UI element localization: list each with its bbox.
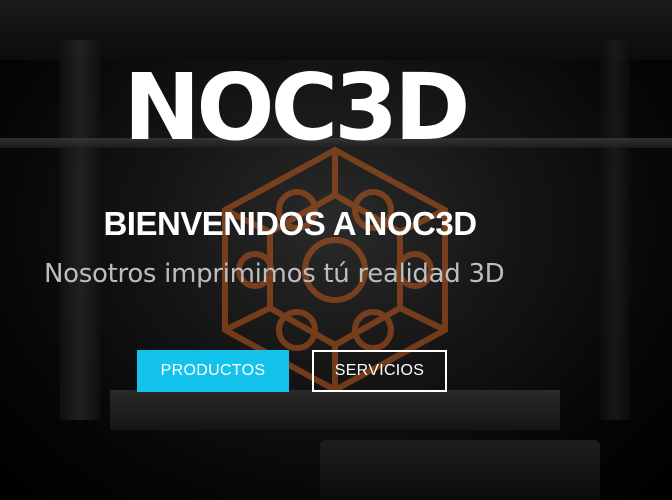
printer-base (320, 440, 600, 500)
productos-button[interactable]: PRODUCTOS (137, 350, 289, 392)
servicios-button[interactable]: SERVICIOS (312, 350, 447, 392)
hero-section: NOC3D BIENVENIDOS A NOC3D Nosotros impri… (0, 0, 672, 500)
hero-tagline: Nosotros imprimimos tú realidad 3D (44, 259, 505, 289)
printer-frame-top (0, 0, 672, 60)
hero-headline: BIENVENIDOS A NOC3D (103, 205, 477, 242)
printer-bed (110, 390, 560, 430)
site-logo: NOC3D (123, 54, 470, 161)
printer-post-right (600, 40, 630, 420)
